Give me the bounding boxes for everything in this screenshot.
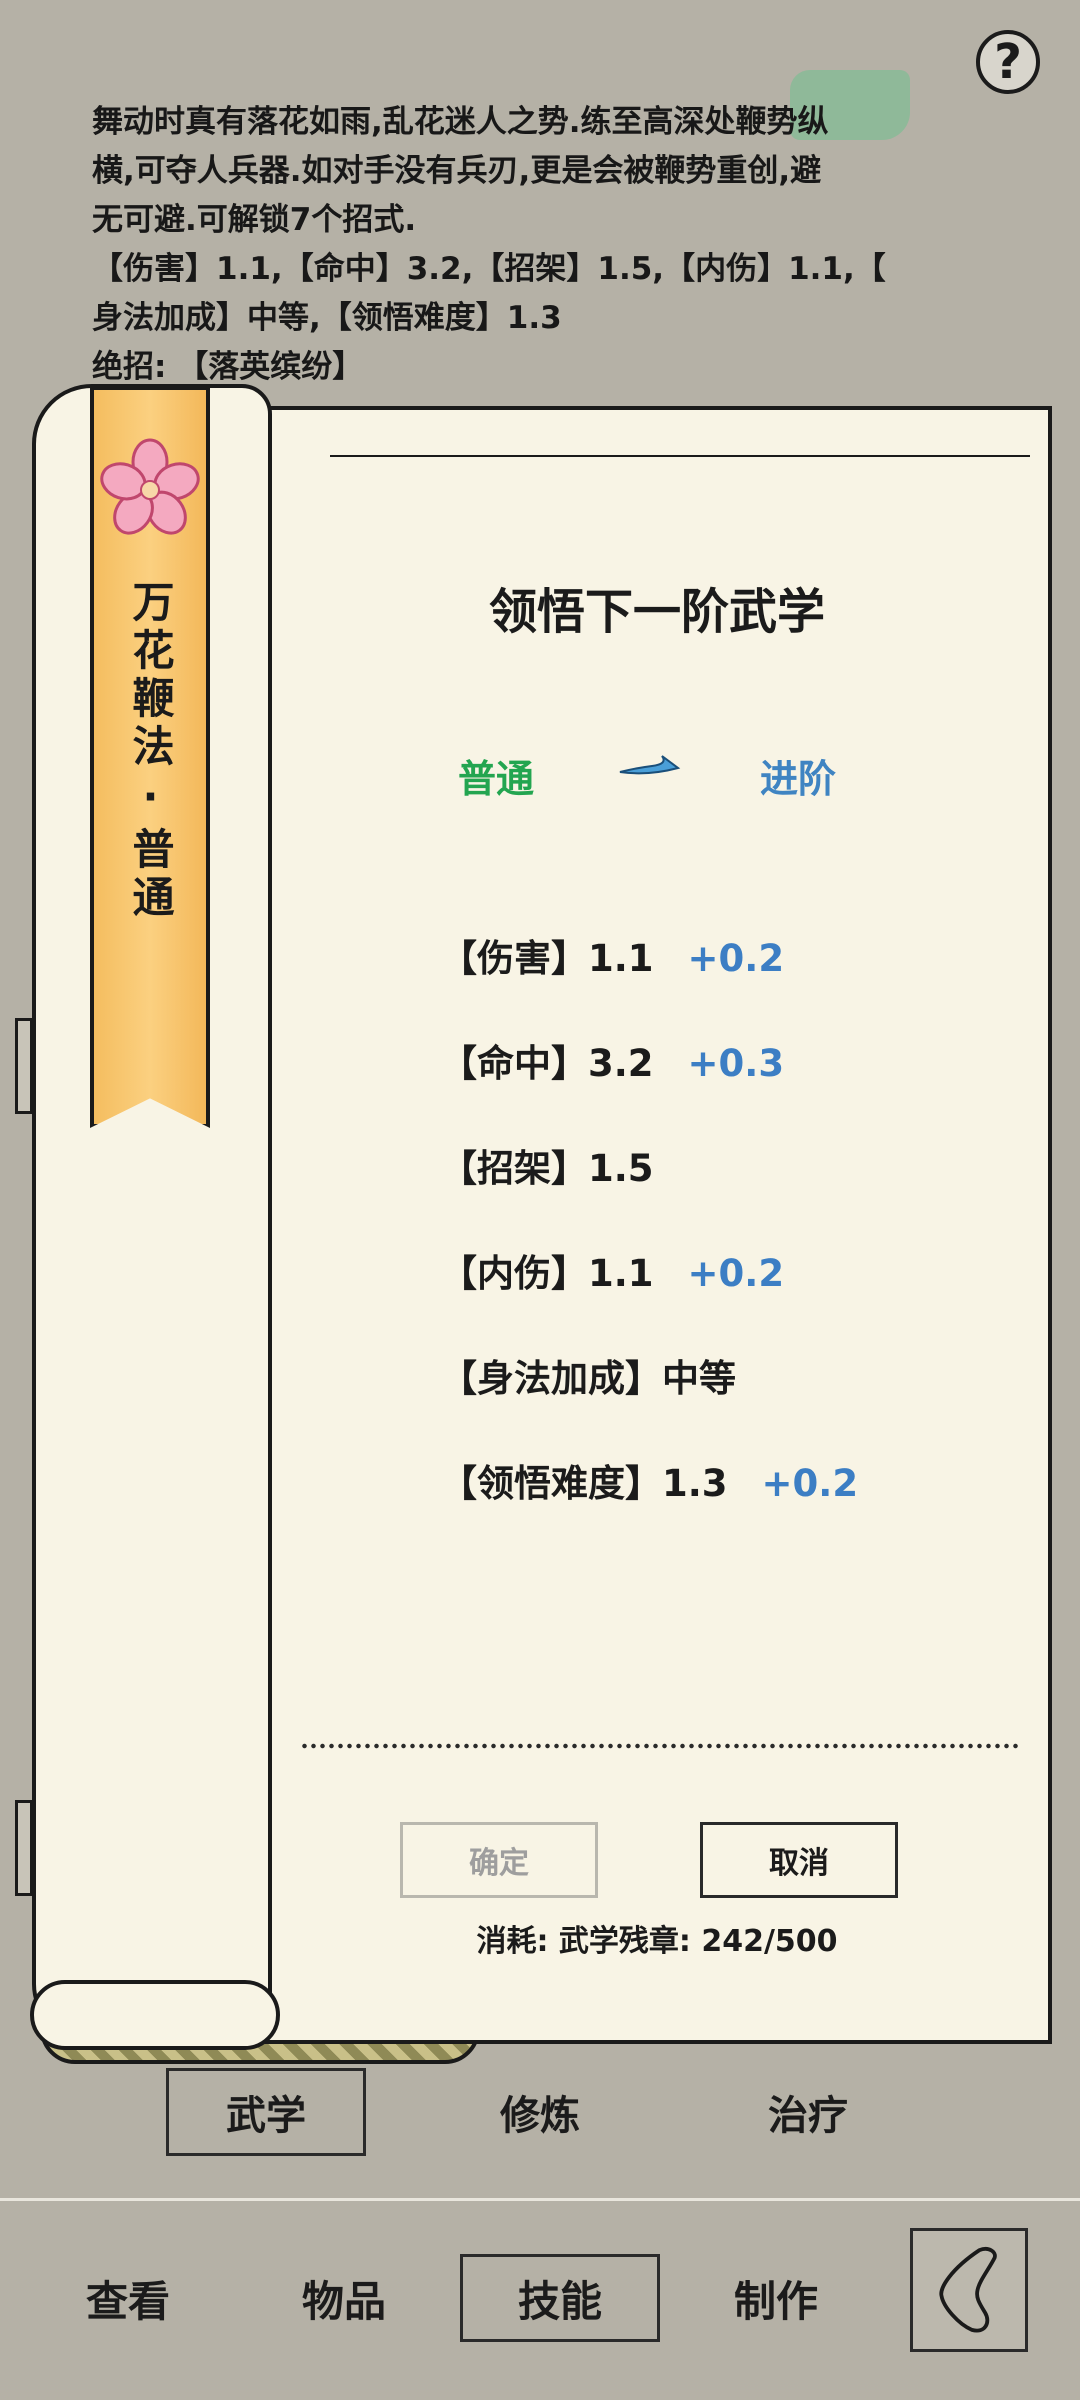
cancel-button[interactable]: 取消 [700, 1822, 898, 1898]
nav-view[interactable]: 查看 [28, 2254, 228, 2342]
page-top-line [330, 455, 1030, 457]
stat-label: 【身法加成】中等 [440, 1357, 736, 1400]
description-line: 【伤害】1.1,【命中】3.2,【招架】1.5,【内伤】1.1,【 [92, 251, 886, 287]
back-icon [939, 2247, 997, 2333]
back-button[interactable] [910, 2228, 1028, 2352]
help-icon: ? [994, 34, 1022, 90]
stat-label: 【内伤】1.1 [440, 1252, 654, 1295]
tier-next: 进阶 [760, 757, 837, 801]
scroll-page [262, 406, 1052, 2044]
scroll-clip [15, 1800, 33, 1896]
description-line: 无可避.可解锁7个招式. [92, 202, 417, 238]
stat-row: 【领悟难度】1.3 +0.2 [440, 1453, 858, 1507]
stat-row: 【内伤】1.1 +0.2 [440, 1243, 784, 1297]
description-line: 身法加成】中等,【领悟难度】1.3 [92, 300, 562, 336]
scroll-roll-end [30, 1980, 280, 2050]
nav-divider [0, 2198, 1080, 2201]
stat-label: 【命中】3.2 [440, 1042, 654, 1085]
stat-label: 【伤害】1.1 [440, 937, 654, 980]
confirm-button[interactable]: 确定 [400, 1822, 598, 1898]
stat-bonus: +0.2 [687, 1252, 785, 1295]
stat-bonus: +0.2 [761, 1462, 859, 1505]
tier-current: 普通 [458, 757, 535, 801]
stat-bonus: +0.2 [687, 937, 785, 980]
stat-row: 【招架】1.5 [440, 1138, 688, 1192]
nav-skills[interactable]: 技能 [460, 2254, 660, 2342]
help-button[interactable]: ? [976, 30, 1040, 94]
nav-items[interactable]: 物品 [244, 2254, 444, 2342]
dotted-divider [300, 1742, 1020, 1750]
cost-text: 消耗: 武学残章: 242/500 [476, 1924, 838, 1959]
dialog-title: 领悟下一阶武学 [488, 584, 825, 640]
tab-cultivation[interactable]: 修炼 [440, 2068, 640, 2156]
tab-martial-arts[interactable]: 武学 [166, 2068, 366, 2156]
nav-crafting[interactable]: 制作 [676, 2254, 876, 2342]
stat-label: 【招架】1.5 [440, 1147, 654, 1190]
stat-label: 【领悟难度】1.3 [440, 1462, 728, 1505]
description-line: 横,可夺人兵器.如对手没有兵刃,更是会被鞭势重创,避 [92, 153, 822, 189]
skill-name: 万花鞭法·普通 [126, 580, 175, 923]
description-line: 舞动时真有落花如雨,乱花迷人之势.练至高深处鞭势纵 [92, 104, 829, 140]
arrow-right-icon [619, 755, 681, 775]
stat-bonus: +0.3 [687, 1042, 785, 1085]
scroll-clip [15, 1018, 33, 1114]
stat-row: 【身法加成】中等 [440, 1348, 770, 1402]
stat-row: 【命中】3.2 +0.3 [440, 1033, 784, 1087]
sakura-flower-icon [100, 438, 200, 535]
tab-healing[interactable]: 治疗 [708, 2068, 908, 2156]
skill-description: 舞动时真有落花如雨,乱花迷人之势.练至高深处鞭势纵 横,可夺人兵器.如对手没有兵… [92, 98, 992, 392]
stat-row: 【伤害】1.1 +0.2 [440, 928, 784, 982]
